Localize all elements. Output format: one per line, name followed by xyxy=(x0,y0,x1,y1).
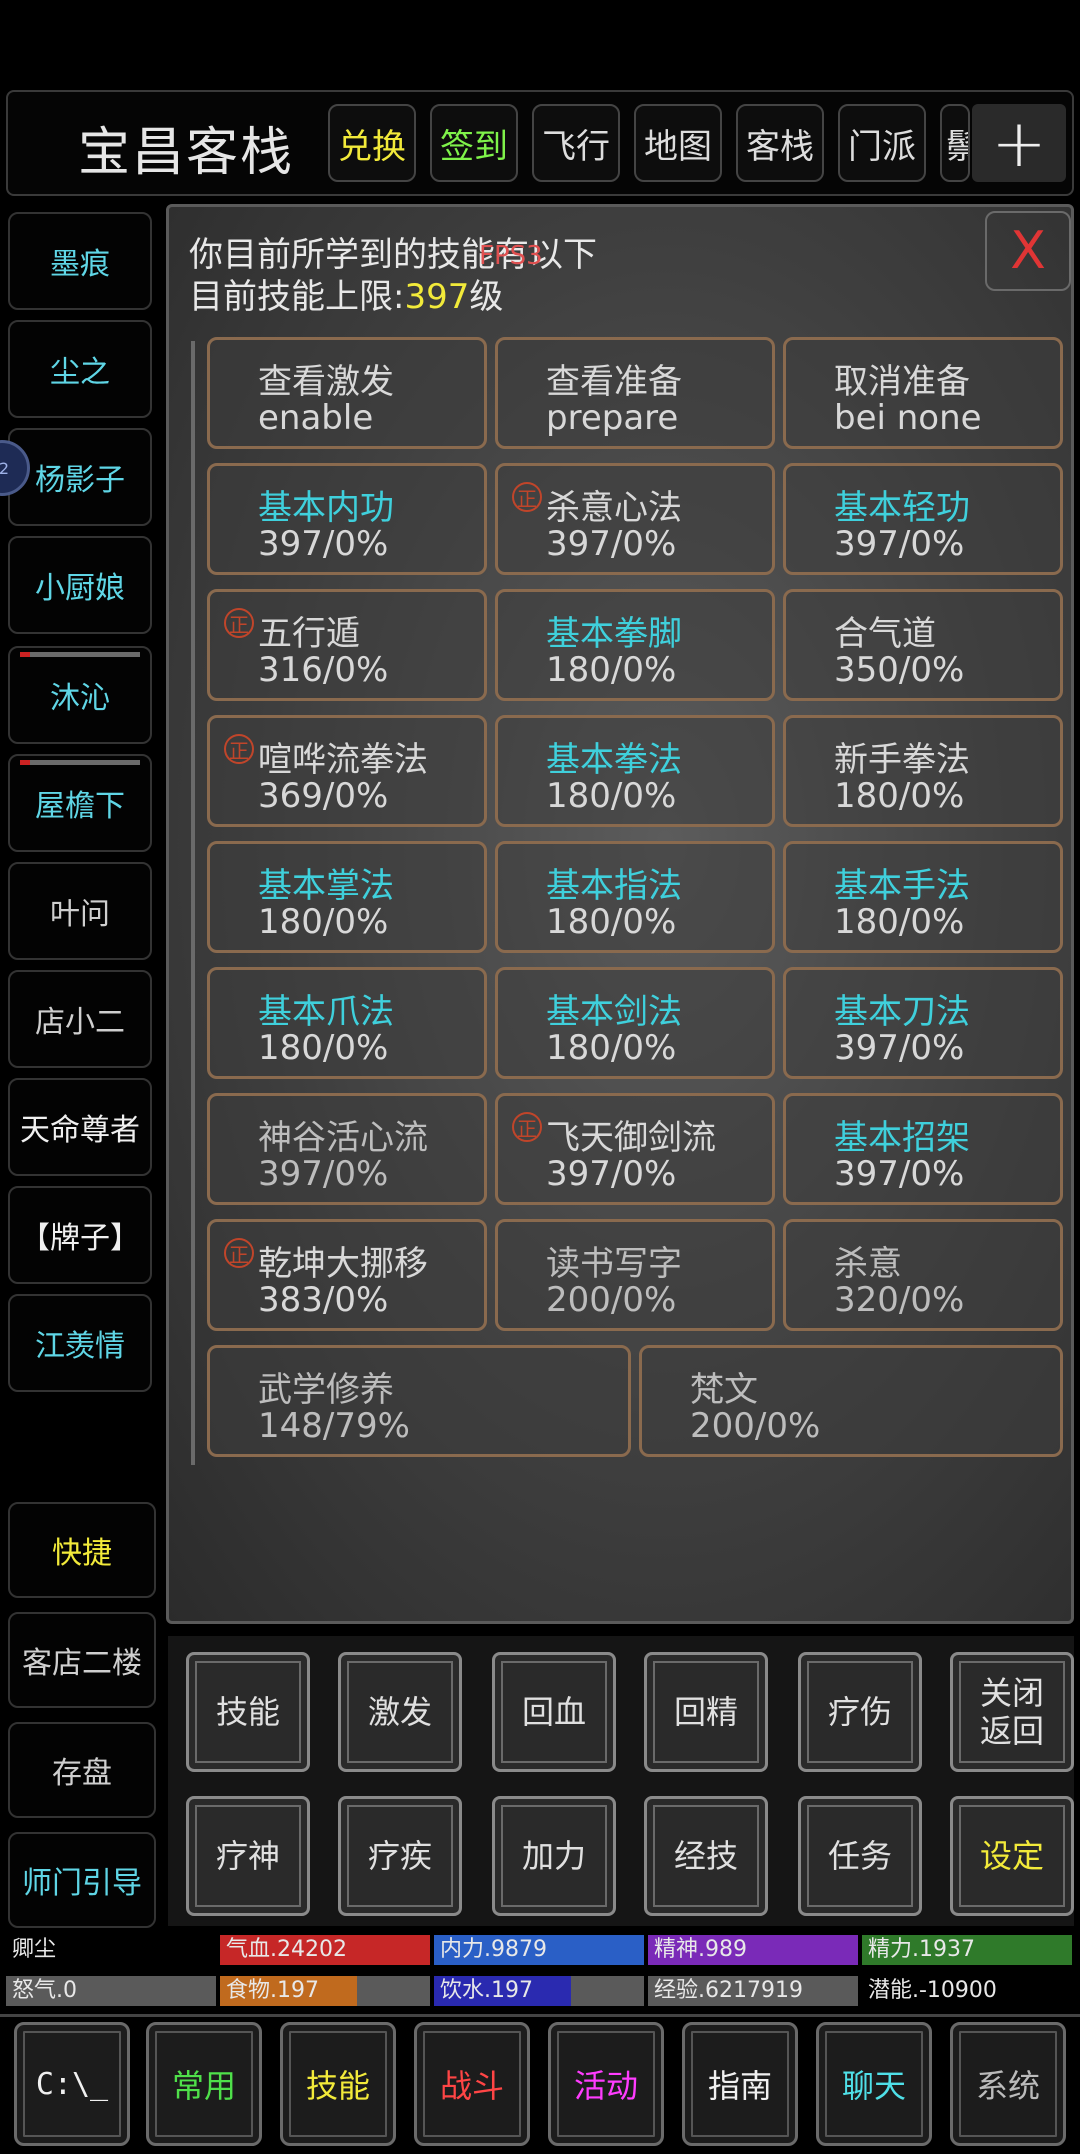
skill-cell[interactable]: 杀意 320/0% xyxy=(783,1219,1063,1331)
orthodox-mark-icon: 正 xyxy=(512,482,542,512)
fly-button[interactable]: 飞行 xyxy=(532,104,620,182)
skill-panel: 你目前所学到的技能有以下 目前技能上限:397级 FPS3 X 查看激发 enab… xyxy=(166,204,1074,1624)
nav-guide[interactable]: 指南 xyxy=(682,2022,798,2146)
npc-item[interactable]: 天命尊者 xyxy=(8,1078,152,1176)
npc-item[interactable]: 叶问 xyxy=(8,862,152,960)
exchange-button[interactable]: 兑换 xyxy=(328,104,416,182)
nav-skills[interactable]: 技能 xyxy=(280,2022,396,2146)
nav-system[interactable]: 系统 xyxy=(950,2022,1066,2146)
sect-button[interactable]: 门派 xyxy=(838,104,926,182)
stat-yinshui: 饮水.197 xyxy=(434,1976,644,2006)
skill-cell[interactable]: 基本指法 180/0% xyxy=(495,841,775,953)
skill-cell[interactable]: 基本掌法 180/0% xyxy=(207,841,487,953)
skill-cell[interactable]: 合气道 350/0% xyxy=(783,589,1063,701)
nav-divider xyxy=(0,2014,1080,2017)
settings-button[interactable]: 设定 xyxy=(950,1796,1074,1916)
npc-item[interactable]: 店小二 xyxy=(8,970,152,1068)
skill-cell[interactable]: 基本剑法 180/0% xyxy=(495,967,775,1079)
npc-item[interactable]: 沐沁 xyxy=(8,646,152,744)
plus-button[interactable]: + xyxy=(972,104,1066,182)
skill-cell[interactable]: 基本手法 180/0% xyxy=(783,841,1063,953)
fps-indicator: FPS3 xyxy=(479,241,543,271)
npc-item[interactable]: 杨影子 xyxy=(8,428,152,526)
orthodox-mark-icon: 正 xyxy=(224,608,254,638)
npc-item[interactable]: 江羡情 xyxy=(8,1294,152,1392)
orthodox-mark-icon: 正 xyxy=(224,1238,254,1268)
npc-label: 屋檐下 xyxy=(35,789,125,824)
orthodox-mark-icon: 正 xyxy=(512,1112,542,1142)
npc-item[interactable]: 墨痕 xyxy=(8,212,152,310)
checkin-button[interactable]: 签到 xyxy=(430,104,518,182)
cure-spirit-button[interactable]: 疗神 xyxy=(186,1796,310,1916)
second-floor-button[interactable]: 客店二楼 xyxy=(8,1612,156,1708)
sect-guide-button[interactable]: 师门引导 xyxy=(8,1832,156,1928)
npc-item[interactable]: 尘之 xyxy=(8,320,152,418)
skill-cell[interactable]: 基本爪法 180/0% xyxy=(207,967,487,1079)
tasks-button[interactable]: 任务 xyxy=(798,1796,922,1916)
close-panel-button[interactable]: X xyxy=(985,211,1071,291)
inn-button[interactable]: 客栈 xyxy=(736,104,824,182)
skill-cell[interactable]: 正飞天御剑流 397/0% xyxy=(495,1093,775,1205)
skill-cell[interactable]: 读书写字 200/0% xyxy=(495,1219,775,1331)
skill-cell[interactable]: 正五行遁 316/0% xyxy=(207,589,487,701)
stat-nuqi: 怒气.0 xyxy=(6,1976,216,2006)
npc-health-bar xyxy=(20,652,140,657)
skill-cell[interactable]: 神谷活心流 397/0% xyxy=(207,1093,487,1205)
skill-limit-line: 目前技能上限:397级 xyxy=(189,277,504,317)
skill-cell[interactable]: 基本轻功 397/0% xyxy=(783,463,1063,575)
stat-neili: 内力.9879 xyxy=(434,1935,644,1965)
stat-qixue: 气血.24202 xyxy=(220,1935,430,1965)
partial-button[interactable]: 鬃 xyxy=(940,104,970,182)
skill-cell[interactable]: 基本拳法 180/0% xyxy=(495,715,775,827)
nav-activity[interactable]: 活动 xyxy=(548,2022,664,2146)
skill-cell-bei-none[interactable]: 取消准备 bei none xyxy=(783,337,1063,449)
skill-cell[interactable]: 基本拳脚 180/0% xyxy=(495,589,775,701)
quick-button[interactable]: 快捷 xyxy=(8,1502,156,1598)
skill-cell[interactable]: 基本内功 397/0% xyxy=(207,463,487,575)
stat-jingshen: 精神.989 xyxy=(648,1935,858,1965)
top-header: 宝昌客栈 兑换 签到 飞行 地图 客栈 门派 鬃 + xyxy=(6,90,1074,196)
stat-jingli: 精力.1937 xyxy=(862,1935,1072,1965)
skill-cell-enable[interactable]: 查看激发 enable xyxy=(207,337,487,449)
skills-action-button[interactable]: 技能 xyxy=(186,1652,310,1772)
npc-label: 沐沁 xyxy=(50,681,110,716)
skill-cell[interactable]: 新手拳法 180/0% xyxy=(783,715,1063,827)
console-icon[interactable]: C:\_ xyxy=(14,2022,130,2146)
skill-cell[interactable]: 基本招架 397/0% xyxy=(783,1093,1063,1205)
add-force-button[interactable]: 加力 xyxy=(492,1796,616,1916)
stat-qianneng: 潜能.-10900 xyxy=(868,1978,997,2003)
special-skill-button[interactable]: 经技 xyxy=(644,1796,768,1916)
npc-item[interactable]: 屋檐下 xyxy=(8,754,152,852)
skill-cell-prepare[interactable]: 查看准备 prepare xyxy=(495,337,775,449)
cure-illness-button[interactable]: 疗疾 xyxy=(338,1796,462,1916)
skill-cell[interactable]: 基本刀法 397/0% xyxy=(783,967,1063,1079)
npc-item[interactable]: 【牌子】 xyxy=(8,1186,152,1284)
npc-item[interactable]: 小厨娘 xyxy=(8,536,152,634)
enable-action-button[interactable]: 激发 xyxy=(338,1652,462,1772)
skill-cell[interactable]: 正喧哗流拳法 369/0% xyxy=(207,715,487,827)
skill-cell[interactable]: 正杀意心法 397/0% xyxy=(495,463,775,575)
npc-health-bar xyxy=(20,760,140,765)
nav-chat[interactable]: 聊天 xyxy=(816,2022,932,2146)
nav-battle[interactable]: 战斗 xyxy=(414,2022,530,2146)
panel-divider xyxy=(191,341,195,1465)
skill-cell[interactable]: 武学修养 148/79% xyxy=(207,1345,631,1457)
skill-cell[interactable]: 正乾坤大挪移 383/0% xyxy=(207,1219,487,1331)
save-button[interactable]: 存盘 xyxy=(8,1722,156,1818)
player-name: 卿尘 xyxy=(12,1937,57,1962)
nav-common[interactable]: 常用 xyxy=(146,2022,262,2146)
orthodox-mark-icon: 正 xyxy=(224,734,254,764)
heal-jing-button[interactable]: 回精 xyxy=(644,1652,768,1772)
stat-shiwu: 食物.197 xyxy=(220,1976,430,2006)
cure-wound-button[interactable]: 疗伤 xyxy=(798,1652,922,1772)
location-title: 宝昌客栈 xyxy=(78,123,295,183)
heal-hp-button[interactable]: 回血 xyxy=(492,1652,616,1772)
map-button[interactable]: 地图 xyxy=(634,104,722,182)
close-return-button[interactable]: 关闭返回 xyxy=(950,1652,1074,1772)
stat-jingyan: 经验.6217919 xyxy=(648,1976,858,2006)
skill-limit-value: 397 xyxy=(404,277,470,317)
skill-cell[interactable]: 梵文 200/0% xyxy=(639,1345,1063,1457)
